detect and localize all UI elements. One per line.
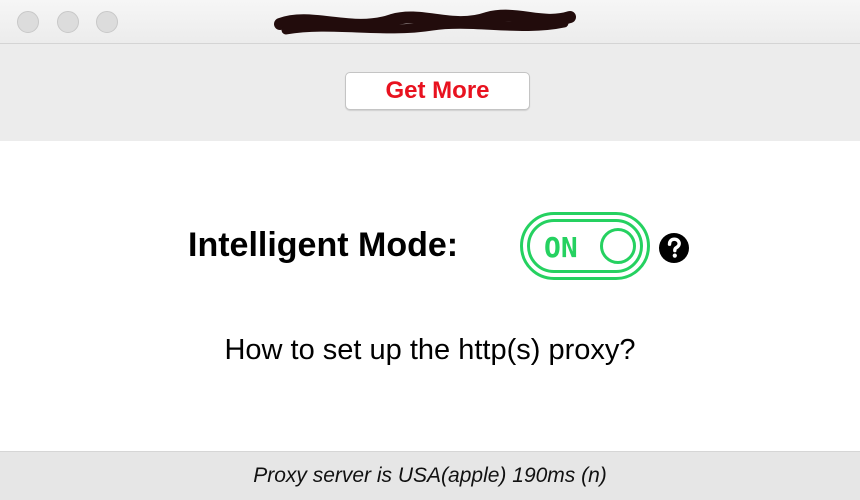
minimize-window-button[interactable]	[57, 11, 79, 33]
intelligent-mode-toggle[interactable]: ON	[520, 212, 650, 280]
zoom-window-button[interactable]	[96, 11, 118, 33]
toggle-track: ON	[527, 219, 643, 273]
redacted-window-title	[274, 9, 576, 35]
toolbar: Get More	[0, 44, 860, 141]
get-more-button[interactable]: Get More	[345, 72, 530, 110]
intelligent-mode-label: Intelligent Mode:	[188, 226, 459, 264]
proxy-status-text: Proxy server is USA(apple) 190ms (n)	[253, 464, 607, 487]
close-window-button[interactable]	[17, 11, 39, 33]
question-circle-icon[interactable]	[658, 232, 690, 264]
proxy-setup-help-link[interactable]: How to set up the http(s) proxy?	[0, 334, 860, 367]
toggle-knob	[600, 228, 636, 264]
intelligent-mode-row: Intelligent Mode: ON	[0, 212, 860, 280]
status-bar: Proxy server is USA(apple) 190ms (n)	[0, 451, 860, 500]
title-bar[interactable]	[0, 0, 860, 44]
app-window: Get More Intelligent Mode: ON How to set…	[0, 0, 860, 500]
toggle-state-label: ON	[544, 231, 578, 264]
main-content: Intelligent Mode: ON How to set up the h…	[0, 141, 860, 451]
